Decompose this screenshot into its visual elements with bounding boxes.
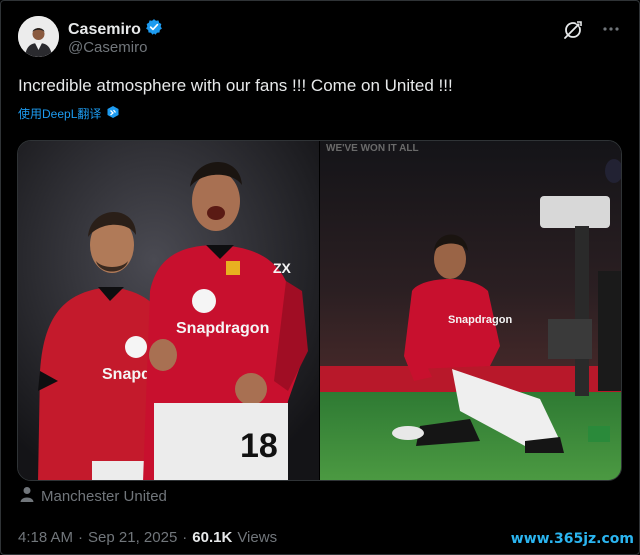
tweet-time[interactable]: 4:18 AM bbox=[18, 529, 73, 546]
verified-badge-icon bbox=[145, 18, 163, 41]
location-label: Manchester United bbox=[41, 487, 167, 505]
location-tag[interactable]: Manchester United bbox=[20, 486, 167, 506]
shorts-number: 18 bbox=[240, 427, 278, 465]
grok-icon[interactable] bbox=[562, 19, 584, 41]
name-row: Casemiro bbox=[68, 18, 163, 41]
tweet-meta: 4:18 AM · Sep 21, 2025 · 60.1K Views bbox=[18, 529, 277, 546]
location-icon bbox=[20, 486, 34, 506]
translate-icon bbox=[106, 105, 120, 122]
views-count: 60.1K bbox=[192, 529, 233, 546]
sponsor-text-right: Snapdragon bbox=[176, 320, 269, 337]
photo-celebration[interactable]: Snapdr ZX Snapdragon 18 bbox=[18, 141, 319, 480]
watermark: www.365jz.com bbox=[510, 531, 634, 547]
tweet-text: Incredible atmosphere with our fans !!! … bbox=[18, 76, 453, 95]
media-grid: Snapdr ZX Snapdragon 18 WE'VE WON IT ALL… bbox=[17, 140, 622, 481]
tweet-card: Casemiro @Casemiro Incredible atmosphere… bbox=[0, 0, 640, 555]
user-handle[interactable]: @Casemiro bbox=[68, 39, 147, 56]
meta-separator: · bbox=[182, 529, 188, 546]
tweet-date[interactable]: Sep 21, 2025 bbox=[88, 529, 177, 546]
brand-mark: ZX bbox=[273, 260, 292, 276]
avatar[interactable] bbox=[18, 16, 59, 57]
more-dots-icon[interactable] bbox=[600, 18, 622, 40]
photo-knee-slide[interactable]: WE'VE WON IT ALL Snapdragon bbox=[319, 141, 621, 480]
tweet-header: Casemiro @Casemiro bbox=[18, 16, 622, 60]
views-label: Views bbox=[237, 529, 278, 546]
stadium-banner: WE'VE WON IT ALL bbox=[326, 143, 419, 154]
display-name[interactable]: Casemiro bbox=[68, 21, 141, 39]
meta-separator: · bbox=[78, 529, 84, 546]
translate-link[interactable]: 使用DeepL翻译 bbox=[18, 105, 120, 122]
translate-label: 使用DeepL翻译 bbox=[18, 107, 102, 121]
sponsor-text-photo2: Snapdragon bbox=[448, 314, 512, 326]
